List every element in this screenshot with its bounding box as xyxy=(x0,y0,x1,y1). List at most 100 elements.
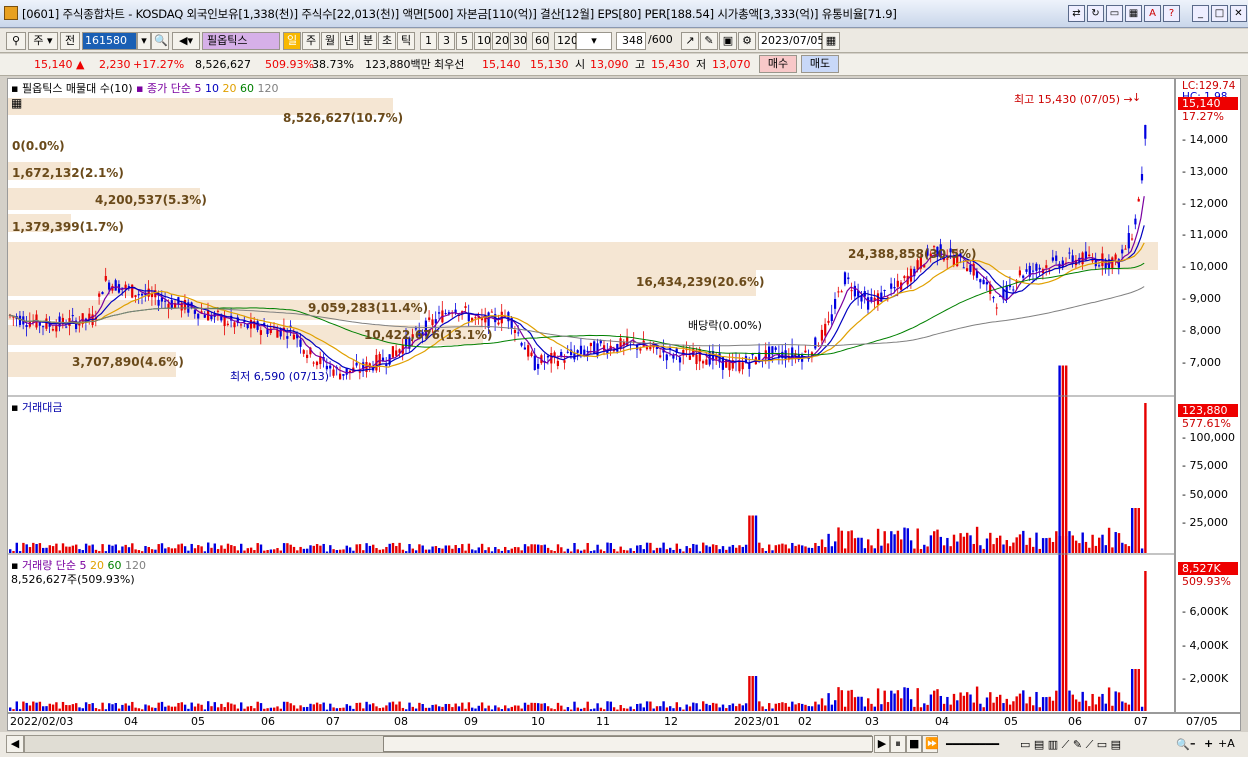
volume-bar xyxy=(276,706,279,711)
volume-bar xyxy=(167,705,170,711)
candle-body xyxy=(814,337,817,349)
grid-toggle-icon[interactable]: ▦ xyxy=(11,96,22,110)
period-tab[interactable]: 주 xyxy=(302,32,320,50)
calendar-icon[interactable]: ▦ xyxy=(822,32,840,50)
date-input[interactable]: 2023/07/05 xyxy=(758,32,824,50)
amount-bar xyxy=(471,549,474,553)
interval-button[interactable]: 10 xyxy=(474,32,491,50)
trade-amount: 123,880백만 xyxy=(365,58,431,71)
buy-button[interactable]: 매수 xyxy=(759,55,797,73)
minimize-icon[interactable]: _ xyxy=(1192,5,1209,22)
amount-bar xyxy=(890,531,893,553)
settings-icon[interactable]: ⚙ xyxy=(738,32,756,50)
volume-bar xyxy=(863,706,867,711)
amount-bar xyxy=(933,531,936,553)
volume-bar xyxy=(616,709,619,711)
save-icon[interactable]: ▣ xyxy=(719,32,737,50)
search-icon[interactable]: 🔍 xyxy=(151,32,169,50)
tool-icon[interactable]: ✎ xyxy=(700,32,718,50)
font-size-icon[interactable]: +A xyxy=(1218,736,1235,752)
interval-custom-select[interactable]: ▾ xyxy=(576,32,612,50)
sell-button[interactable]: 매도 xyxy=(801,55,839,73)
amount-bar xyxy=(319,545,322,553)
chart-area[interactable]: ↓ ▪ 필옵틱스 매물대 수(10) ▪ 종가 단순 5 10 20 60 12… xyxy=(7,78,1175,713)
link-icon[interactable]: ⇄ xyxy=(1068,5,1085,22)
amount-bar xyxy=(18,551,22,553)
stock-code-input[interactable]: 161580 xyxy=(82,32,137,50)
volume-bar xyxy=(962,695,966,711)
period-tab[interactable]: 분 xyxy=(359,32,377,50)
fast-forward-icon[interactable]: ⏩ xyxy=(922,735,939,753)
market-select[interactable]: 주 ▾ xyxy=(28,32,58,50)
volume-bar xyxy=(645,701,649,711)
date-tick: 10 xyxy=(531,715,545,728)
interval-button[interactable]: 1 xyxy=(420,32,437,50)
sound-icon[interactable]: ◀▾ xyxy=(172,32,200,50)
volume-bar xyxy=(203,709,207,711)
speed-slider[interactable]: ━━━━━━━━ xyxy=(946,737,999,753)
amount-bar xyxy=(418,544,421,553)
stop-icon[interactable]: ■ xyxy=(906,735,922,753)
period-tab[interactable]: 일 xyxy=(283,32,301,50)
period-tab[interactable]: 초 xyxy=(378,32,396,50)
date-tick: 05 xyxy=(191,715,205,728)
refresh-icon[interactable]: ↻ xyxy=(1087,5,1104,22)
amount-bar xyxy=(972,543,975,553)
scrollbar-thumb[interactable] xyxy=(383,736,873,752)
scroll-left-icon[interactable]: ◀ xyxy=(6,735,24,753)
grid-icon[interactable]: ▦ xyxy=(1125,5,1142,22)
compare-icon[interactable]: ↗ xyxy=(681,32,699,50)
window-icon[interactable]: ▭ xyxy=(1106,5,1123,22)
volume-bar xyxy=(725,708,728,711)
amount-bar xyxy=(355,544,358,553)
amount-bar xyxy=(1078,543,1081,553)
amount-bar xyxy=(540,545,543,553)
period-tab[interactable]: 년 xyxy=(340,32,358,50)
amount-bar xyxy=(256,543,259,553)
interval-button[interactable]: 120 xyxy=(554,32,578,50)
interval-button[interactable]: 5 xyxy=(456,32,473,50)
amount-bar xyxy=(834,541,837,553)
amount-bar xyxy=(916,528,919,553)
play-icon[interactable]: ▶ xyxy=(874,735,890,753)
plus-icon[interactable]: + xyxy=(1204,736,1213,752)
volume-bar xyxy=(867,698,870,711)
amount-bar xyxy=(147,547,150,553)
font-icon[interactable]: A xyxy=(1144,5,1161,22)
candle-body xyxy=(517,332,520,334)
candle-body xyxy=(339,373,342,380)
stock-name[interactable]: 필옵틱스 xyxy=(202,32,280,50)
help-icon[interactable]: ? xyxy=(1163,5,1180,22)
amount-bar xyxy=(144,545,147,553)
count-input[interactable]: 348 xyxy=(616,32,646,50)
amount-bar xyxy=(860,537,863,553)
volume-bar xyxy=(702,701,705,711)
minus-icon[interactable]: – xyxy=(1190,736,1196,752)
pause-icon[interactable]: ⏸ xyxy=(890,735,906,753)
interval-button[interactable]: 20 xyxy=(492,32,509,50)
interval-button[interactable]: 30 xyxy=(510,32,527,50)
volume-bar xyxy=(292,705,296,711)
code-dropdown-icon[interactable]: ▾ xyxy=(137,32,151,50)
zoom-out-icon[interactable]: 🔍 xyxy=(1176,737,1190,753)
amount-bar xyxy=(563,551,566,553)
close-icon[interactable]: ✕ xyxy=(1230,5,1247,22)
amount-bar xyxy=(273,549,276,553)
amount-bar xyxy=(117,550,121,553)
maximize-icon[interactable]: □ xyxy=(1211,5,1228,22)
volume-bar xyxy=(903,687,906,711)
interval-button[interactable]: 60 xyxy=(532,32,549,50)
volume-bar xyxy=(504,705,507,711)
volume-bar xyxy=(385,705,388,711)
scrollbar[interactable] xyxy=(24,735,873,753)
interval-button[interactable]: 3 xyxy=(438,32,455,50)
period-tab[interactable]: 틱 xyxy=(397,32,415,50)
amount-bar xyxy=(431,546,434,553)
amount-bar xyxy=(952,534,956,553)
lock-icon[interactable]: ⚲ xyxy=(6,32,26,50)
prev-button[interactable]: 전 xyxy=(60,32,80,50)
amount-bar xyxy=(1002,544,1005,553)
period-tab[interactable]: 월 xyxy=(321,32,339,50)
chart-type-icons[interactable]: ▭ ▤ ▥ ⟋ ✎ ⟋ ▭ ▤ xyxy=(1020,737,1121,753)
amount-bar xyxy=(259,544,263,553)
